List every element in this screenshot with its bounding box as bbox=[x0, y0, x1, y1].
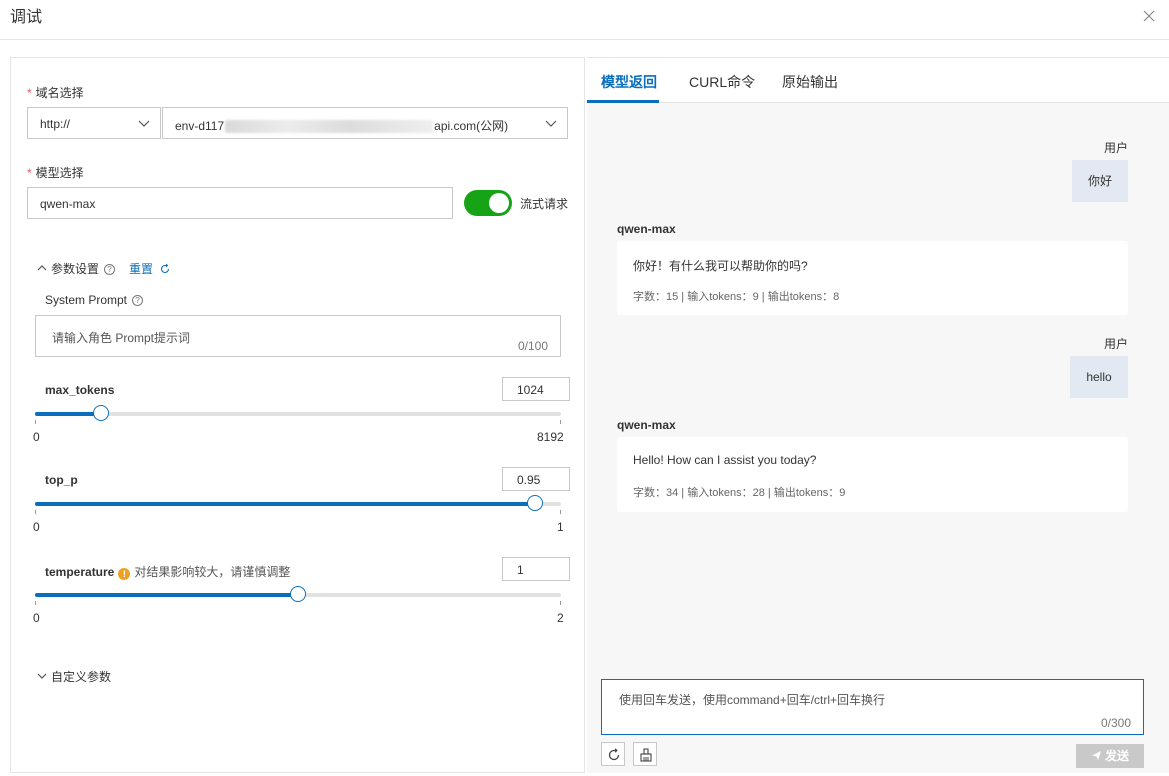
slider-fill bbox=[35, 412, 101, 416]
domain-select[interactable]: env-d117 api.com(公网) bbox=[162, 107, 568, 139]
temperature-input[interactable]: 1 bbox=[502, 557, 570, 581]
message-placeholder: 使用回车发送，使用command+回车/ctrl+回车换行 bbox=[619, 693, 886, 707]
chevron-up-icon bbox=[37, 265, 47, 271]
max-tokens-min: 0 bbox=[33, 430, 40, 444]
top-p-slider[interactable] bbox=[35, 495, 561, 514]
temperature-max: 2 bbox=[557, 611, 564, 625]
clean-button[interactable] bbox=[633, 742, 657, 766]
model-value: qwen-max bbox=[40, 197, 96, 211]
message-counter: 0/300 bbox=[1100, 716, 1131, 730]
stream-label: 流式请求 bbox=[520, 197, 569, 211]
toggle-knob bbox=[489, 193, 509, 213]
system-prompt-counter: 0/100 bbox=[517, 339, 548, 353]
slider-tick bbox=[560, 601, 561, 605]
bot-message-meta: 字数：34 | 输入tokens：28 | 输出tokens：9 bbox=[633, 487, 846, 499]
max-tokens-value: 1024 bbox=[517, 383, 544, 397]
chevron-down-icon bbox=[138, 120, 150, 127]
chevron-down-icon bbox=[37, 673, 47, 679]
protocol-value: http:// bbox=[40, 117, 71, 131]
bot-message-text: Hello! How can I assist you today? bbox=[633, 453, 817, 467]
output-panel: 模型返回 CURL命令 原始输出 用户 你好 qwen-max 你好！有什么我可… bbox=[587, 57, 1169, 773]
temperature-value: 1 bbox=[517, 563, 524, 577]
active-tab-indicator bbox=[587, 100, 659, 103]
top-p-max: 1 bbox=[557, 520, 564, 534]
user-name: 用户 bbox=[1103, 141, 1128, 155]
tab-curl[interactable]: CURL命令 bbox=[689, 72, 755, 92]
clear-chat-button[interactable] bbox=[601, 742, 625, 766]
system-prompt-label: System Prompt? bbox=[45, 293, 144, 307]
top-p-label: top_p bbox=[45, 473, 78, 487]
bot-name: qwen-max bbox=[617, 222, 676, 236]
chevron-down-icon bbox=[545, 120, 557, 127]
slider-thumb[interactable] bbox=[92, 405, 109, 421]
slider-tick bbox=[35, 510, 36, 514]
temperature-slider[interactable] bbox=[35, 586, 561, 605]
slider-tick bbox=[35, 420, 36, 424]
user-name: 用户 bbox=[1103, 337, 1128, 351]
system-prompt-input[interactable]: 请输入角色 Prompt提示词 0/100 bbox=[35, 315, 561, 357]
send-button[interactable]: 发送 bbox=[1076, 744, 1144, 768]
slider-fill bbox=[35, 502, 535, 506]
max-tokens-slider[interactable] bbox=[35, 405, 561, 424]
domain-value: env-d117 api.com(公网) bbox=[175, 119, 509, 134]
tab-model-response[interactable]: 模型返回 bbox=[601, 72, 657, 92]
tab-raw-output[interactable]: 原始输出 bbox=[782, 72, 838, 92]
dialog-header: 调试 bbox=[0, 0, 1169, 40]
bot-message-meta: 字数：15 | 输入tokens：9 | 输出tokens：8 bbox=[633, 291, 840, 303]
send-icon bbox=[1091, 751, 1101, 760]
close-icon[interactable] bbox=[1141, 8, 1157, 24]
bot-message-text: 你好！有什么我可以帮助你的吗? bbox=[633, 259, 808, 273]
slider-fill bbox=[35, 593, 298, 597]
temperature-hint: 对结果影响较大，请谨慎调整 bbox=[134, 565, 291, 579]
temperature-min: 0 bbox=[33, 611, 40, 625]
bot-name: qwen-max bbox=[617, 418, 676, 432]
user-message: 你好 bbox=[1072, 160, 1128, 202]
refresh-icon bbox=[608, 748, 620, 761]
slider-thumb[interactable] bbox=[526, 495, 543, 511]
broom-icon bbox=[640, 748, 652, 762]
slider-thumb[interactable] bbox=[290, 586, 306, 602]
help-icon: ? bbox=[132, 295, 144, 306]
dialog-title: 调试 bbox=[10, 9, 43, 26]
domain-label: * 域名选择 bbox=[27, 86, 84, 100]
redacted-domain bbox=[225, 120, 434, 134]
settings-panel: * 域名选择 http:// env-d117 api.com(公网) * 模型选择 … bbox=[10, 57, 585, 773]
stream-toggle[interactable] bbox=[464, 190, 512, 216]
custom-params-toggle[interactable]: 自定义参数 bbox=[37, 668, 111, 685]
help-icon: ? bbox=[104, 264, 116, 275]
max-tokens-label: max_tokens bbox=[45, 383, 115, 397]
top-p-input[interactable]: 0.95 bbox=[502, 467, 570, 491]
reset-button[interactable]: 重置 bbox=[129, 260, 170, 277]
top-p-value: 0.95 bbox=[517, 473, 541, 487]
model-label: * 模型选择 bbox=[27, 166, 84, 180]
slider-tick bbox=[35, 601, 36, 605]
max-tokens-max: 8192 bbox=[537, 430, 564, 444]
warning-icon: ! bbox=[118, 568, 131, 580]
max-tokens-input[interactable]: 1024 bbox=[502, 377, 570, 401]
system-prompt-placeholder: 请输入角色 Prompt提示词 bbox=[52, 331, 191, 345]
model-input[interactable]: qwen-max bbox=[27, 187, 453, 219]
slider-tick bbox=[560, 510, 561, 514]
output-tabs: 模型返回 CURL命令 原始输出 bbox=[587, 58, 1169, 103]
user-message: hello bbox=[1070, 356, 1128, 398]
slider-tick bbox=[560, 420, 561, 424]
bot-message: Hello! How can I assist you today? 字数：34… bbox=[617, 437, 1128, 512]
param-section-toggle[interactable]: 参数设置? bbox=[37, 260, 116, 277]
bot-message: 你好！有什么我可以帮助你的吗? 字数：15 | 输入tokens：9 | 输出t… bbox=[617, 241, 1128, 315]
protocol-select[interactable]: http:// bbox=[27, 107, 161, 139]
message-input[interactable]: 使用回车发送，使用command+回车/ctrl+回车换行 0/300 bbox=[601, 679, 1144, 735]
refresh-icon bbox=[161, 263, 170, 274]
temperature-label: temperature! 对结果影响较大，请谨慎调整 bbox=[45, 565, 291, 580]
top-p-min: 0 bbox=[33, 520, 40, 534]
